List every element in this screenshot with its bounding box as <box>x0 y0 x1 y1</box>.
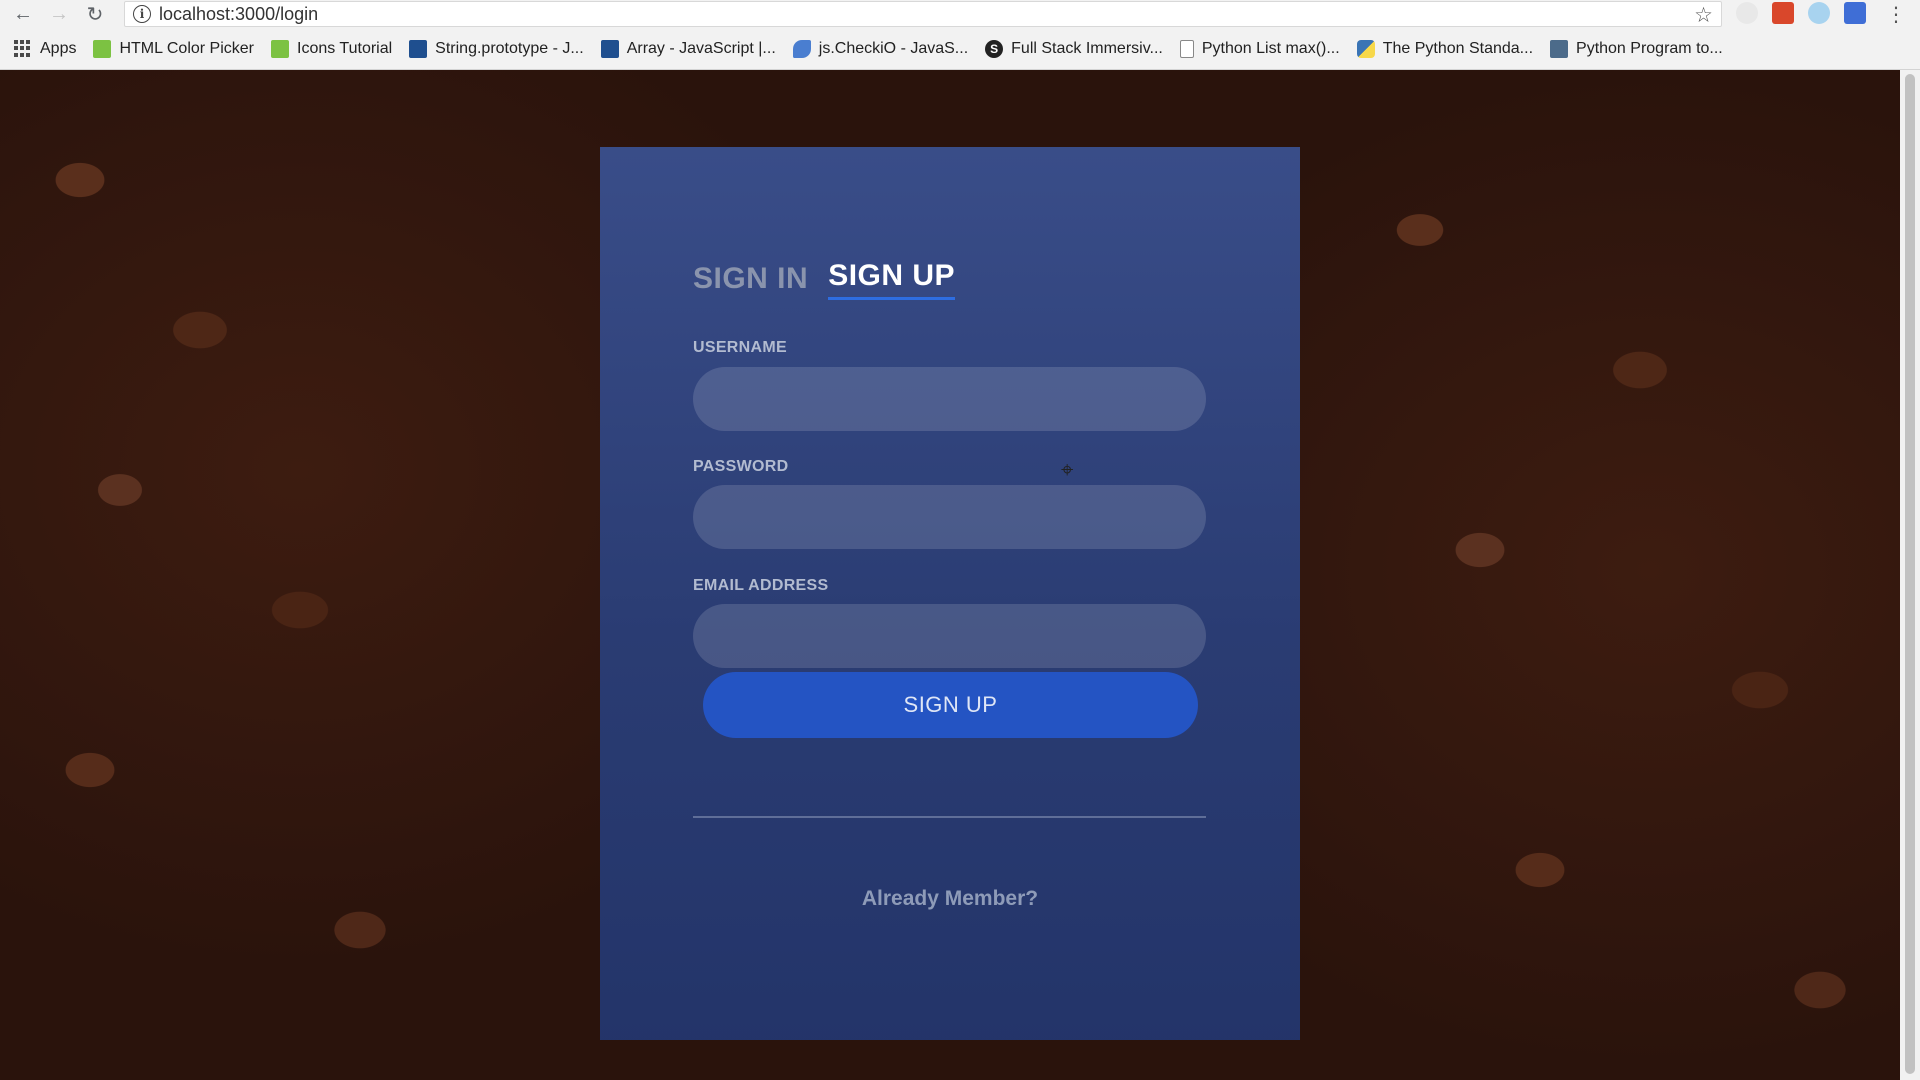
bookmark-item[interactable]: Icons Tutorial <box>271 39 393 58</box>
bookmark-label: js.CheckiO - JavaS... <box>818 39 969 57</box>
email-label: EMAIL ADDRESS <box>693 577 829 594</box>
bookmark-item[interactable]: Array - JavaScript |... <box>600 39 776 58</box>
bookmark-label: HTML Color Picker <box>119 39 255 57</box>
checkio-icon <box>792 39 811 58</box>
back-icon[interactable]: ← <box>10 1 36 27</box>
browser-toolbar: ← → ↻ i localhost:3000/login ☆ ⋮ <box>0 0 1920 28</box>
s-icon: S <box>985 39 1004 58</box>
username-label: USERNAME <box>693 339 787 356</box>
url-text[interactable]: localhost:3000/login <box>159 4 318 25</box>
bookmark-label: Array - JavaScript |... <box>626 39 776 57</box>
password-input[interactable] <box>693 485 1206 549</box>
extension-icon[interactable] <box>1736 2 1758 24</box>
page-scrollbar[interactable] <box>1900 70 1920 1080</box>
bookmark-item[interactable]: Python Program to... <box>1550 39 1723 58</box>
password-label: PASSWORD <box>693 458 789 475</box>
reload-icon[interactable]: ↻ <box>82 1 108 27</box>
bookmark-item[interactable]: Python List max()... <box>1179 39 1340 58</box>
bookmark-item[interactable]: js.CheckiO - JavaS... <box>792 39 969 58</box>
text-cursor-icon: ⌖ <box>1061 458 1074 483</box>
bookmark-label: String.prototype - J... <box>435 39 584 57</box>
bookmark-label: Full Stack Immersiv... <box>1011 39 1163 57</box>
bookmark-apps[interactable]: Apps <box>14 39 77 58</box>
bookmark-label: Icons Tutorial <box>297 39 393 57</box>
extension-icon[interactable] <box>1844 2 1866 24</box>
page-background: SIGN IN SIGN UP USERNAME PASSWORD EMAIL … <box>0 70 1900 1080</box>
address-bar[interactable]: i localhost:3000/login ☆ <box>124 1 1722 27</box>
extension-icon[interactable] <box>1808 2 1830 24</box>
w3-icon <box>93 39 112 58</box>
bookmark-label: Apps <box>40 39 77 57</box>
document-icon <box>1179 39 1194 58</box>
mdn-icon <box>600 39 619 58</box>
apps-grid-icon <box>14 39 32 58</box>
info-icon[interactable]: i <box>133 5 151 23</box>
already-member-link[interactable]: Already Member? <box>600 887 1300 911</box>
bookmark-label: Python Program to... <box>1576 39 1723 57</box>
email-input[interactable] <box>693 604 1206 668</box>
extension-icon[interactable] <box>1772 2 1794 24</box>
mdn-icon <box>409 39 428 58</box>
tab-sign-up[interactable]: SIGN UP <box>828 259 956 300</box>
bookmark-star-icon[interactable]: ☆ <box>1694 3 1713 28</box>
bookmark-item[interactable]: String.prototype - J... <box>409 39 584 58</box>
programiz-icon <box>1550 39 1569 58</box>
sign-up-button[interactable]: SIGN UP <box>703 672 1198 738</box>
bookmark-item[interactable]: The Python Standa... <box>1356 39 1534 58</box>
forward-icon[interactable]: → <box>46 1 72 27</box>
tab-sign-in[interactable]: SIGN IN <box>693 262 808 300</box>
scrollbar-thumb[interactable] <box>1905 74 1915 1074</box>
extensions <box>1736 2 1866 24</box>
bookmark-item[interactable]: S Full Stack Immersiv... <box>985 39 1163 58</box>
divider <box>693 816 1206 818</box>
auth-tabs: SIGN IN SIGN UP <box>693 259 956 300</box>
login-card: SIGN IN SIGN UP USERNAME PASSWORD EMAIL … <box>600 147 1300 1040</box>
bookmark-label: The Python Standa... <box>1382 39 1534 57</box>
w3-icon <box>271 39 290 58</box>
bookmarks-bar: Apps HTML Color Picker Icons Tutorial St… <box>0 28 1920 86</box>
python-icon <box>1356 39 1375 58</box>
bookmark-label: Python List max()... <box>1201 39 1340 57</box>
username-input[interactable] <box>693 367 1206 431</box>
browser-menu-icon[interactable]: ⋮ <box>1886 2 1906 27</box>
bookmark-item[interactable]: HTML Color Picker <box>93 39 255 58</box>
